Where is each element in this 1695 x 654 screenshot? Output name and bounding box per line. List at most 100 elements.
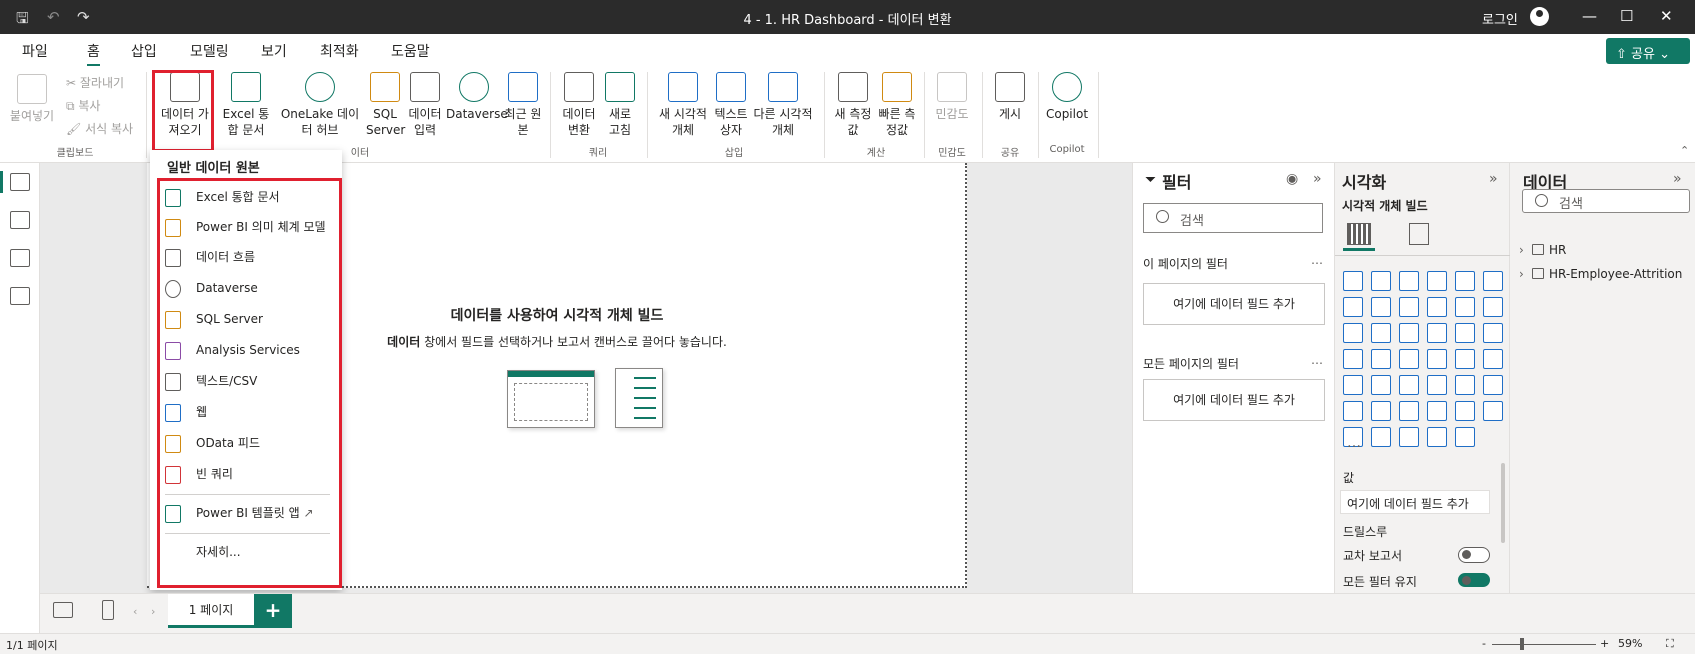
visual-type-icon[interactable] <box>1371 271 1391 291</box>
share-button[interactable]: ⇧ 공유 ⌄ <box>1606 38 1690 64</box>
visual-type-icon[interactable] <box>1455 401 1475 421</box>
build-visual-tab[interactable] <box>1343 219 1375 251</box>
mobile-layout-icon[interactable] <box>102 600 114 620</box>
new-measure-button[interactable]: 새 측정값 <box>832 72 874 138</box>
more-options-icon[interactable]: … <box>1311 253 1323 267</box>
dax-query-view-icon[interactable] <box>10 287 30 305</box>
visual-type-icon[interactable] <box>1399 323 1419 343</box>
visual-type-icon[interactable] <box>1343 271 1363 291</box>
visual-type-icon[interactable] <box>1399 271 1419 291</box>
visual-type-icon[interactable] <box>1427 297 1447 317</box>
dataverse-button[interactable]: Dataverse <box>446 72 508 122</box>
table-item-hr-employee-attrition[interactable]: › HR-Employee-Attrition <box>1519 264 1682 284</box>
zoom-in-button[interactable]: + <box>1600 637 1609 650</box>
visual-type-icon[interactable] <box>1343 375 1363 395</box>
values-dropzone[interactable]: 여기에 데이터 필드 추가 <box>1340 490 1490 514</box>
eye-icon[interactable]: ◉ <box>1286 171 1298 187</box>
visual-type-icon[interactable] <box>1455 375 1475 395</box>
visual-type-icon[interactable] <box>1371 401 1391 421</box>
visual-type-icon[interactable] <box>1455 427 1475 447</box>
visual-type-icon[interactable] <box>1483 401 1503 421</box>
model-view-icon[interactable] <box>10 249 30 267</box>
visual-type-icon[interactable] <box>1427 349 1447 369</box>
more-visuals-button[interactable]: 다른 시각적 개체 <box>752 72 814 138</box>
collapse-filters-icon[interactable]: » <box>1313 171 1322 187</box>
visual-type-icon[interactable] <box>1343 297 1363 317</box>
menu-modeling[interactable]: 모델링 <box>190 41 229 61</box>
visual-type-icon[interactable] <box>1371 323 1391 343</box>
visual-type-icon[interactable] <box>1399 427 1419 447</box>
menu-help[interactable]: 도움말 <box>391 41 430 61</box>
copilot-button[interactable]: Copilot <box>1044 72 1090 122</box>
visual-type-icon[interactable] <box>1455 323 1475 343</box>
visual-type-icon[interactable] <box>1455 271 1475 291</box>
collapse-visualizations-icon[interactable]: » <box>1489 171 1498 187</box>
format-visual-tab[interactable] <box>1405 219 1437 251</box>
menu-home[interactable]: 홈 <box>87 41 100 67</box>
visual-type-icon[interactable] <box>1427 375 1447 395</box>
quick-measure-button[interactable]: 빠른 측정값 <box>876 72 918 138</box>
add-page-button[interactable]: + <box>254 594 292 628</box>
visual-type-icon[interactable] <box>1343 323 1363 343</box>
fit-page-icon[interactable]: ⛶ <box>1666 637 1674 651</box>
format-painter-button[interactable]: 🖌 서식 복사 <box>66 120 133 137</box>
all-pages-filter-dropzone[interactable]: 여기에 데이터 필드 추가 <box>1143 379 1325 421</box>
menu-optimize[interactable]: 최적화 <box>320 41 359 61</box>
page-tab-1[interactable]: 1 페이지 <box>168 594 254 628</box>
publish-button[interactable]: 게시 <box>988 72 1032 122</box>
close-button[interactable]: ✕ <box>1660 7 1673 25</box>
refresh-button[interactable]: 새로 고침 <box>602 72 638 138</box>
visualizations-scrollbar[interactable] <box>1501 463 1505 543</box>
visual-type-icon[interactable] <box>1483 375 1503 395</box>
maximize-button[interactable]: ☐ <box>1620 7 1633 25</box>
zoom-slider-thumb[interactable] <box>1520 638 1524 650</box>
excel-button[interactable]: Excel 통합 문서 <box>218 72 274 138</box>
visual-type-icon[interactable] <box>1455 297 1475 317</box>
enter-data-button[interactable]: 데이터 입력 <box>406 72 444 138</box>
visual-type-icon[interactable] <box>1483 349 1503 369</box>
visual-type-icon[interactable] <box>1399 297 1419 317</box>
collapse-data-icon[interactable]: » <box>1673 171 1682 187</box>
table-view-icon[interactable] <box>10 211 30 229</box>
login-link[interactable]: 로그인 <box>1482 9 1518 28</box>
zoom-out-button[interactable]: - <box>1482 637 1486 650</box>
minimize-button[interactable]: — <box>1582 7 1597 25</box>
new-visual-button[interactable]: 새 시각적 개체 <box>656 72 710 138</box>
desktop-layout-icon[interactable] <box>53 602 73 618</box>
visual-type-icon[interactable] <box>1343 401 1363 421</box>
copy-button[interactable]: ⧉ 복사 <box>66 97 100 114</box>
data-search-input[interactable]: 검색 <box>1522 189 1690 213</box>
visual-type-icon[interactable] <box>1371 349 1391 369</box>
collapse-ribbon-icon[interactable]: ⌃ <box>1680 144 1689 157</box>
visual-type-icon[interactable] <box>1371 297 1391 317</box>
visual-type-icon[interactable] <box>1427 401 1447 421</box>
visual-type-icon[interactable] <box>1427 427 1447 447</box>
sensitivity-button[interactable]: 민감도 <box>930 72 974 122</box>
visual-type-icon[interactable] <box>1371 427 1391 447</box>
recent-sources-button[interactable]: 최근 원본 <box>504 72 542 138</box>
visual-type-icon[interactable] <box>1483 297 1503 317</box>
visual-type-icon[interactable] <box>1343 349 1363 369</box>
more-visuals-icon[interactable]: … <box>1347 435 1361 451</box>
sql-server-button[interactable]: SQL Server <box>366 72 405 138</box>
zoom-slider-track[interactable] <box>1492 644 1596 645</box>
table-item-hr[interactable]: › HR <box>1519 240 1566 260</box>
visual-type-icon[interactable] <box>1483 323 1503 343</box>
filters-search-input[interactable]: 검색 <box>1143 203 1323 233</box>
visual-type-icon[interactable] <box>1399 375 1419 395</box>
visual-type-icon[interactable] <box>1399 349 1419 369</box>
cut-button[interactable]: ✂ 잘라내기 <box>66 74 124 91</box>
onelake-button[interactable]: OneLake 데이터 허브 <box>277 72 363 138</box>
menu-file[interactable]: 파일 <box>22 41 48 61</box>
more-options-icon[interactable]: … <box>1311 353 1323 367</box>
visual-type-icon[interactable] <box>1399 401 1419 421</box>
visual-type-icon[interactable] <box>1427 323 1447 343</box>
menu-insert[interactable]: 삽입 <box>131 41 157 61</box>
prev-page-icon[interactable]: ‹ <box>133 605 137 618</box>
paste-button[interactable]: 붙여넣기 <box>6 74 58 124</box>
visual-type-icon[interactable] <box>1483 271 1503 291</box>
menu-view[interactable]: 보기 <box>261 41 287 61</box>
next-page-icon[interactable]: › <box>151 605 155 618</box>
cross-report-toggle[interactable] <box>1458 547 1490 563</box>
visual-type-icon[interactable] <box>1427 271 1447 291</box>
